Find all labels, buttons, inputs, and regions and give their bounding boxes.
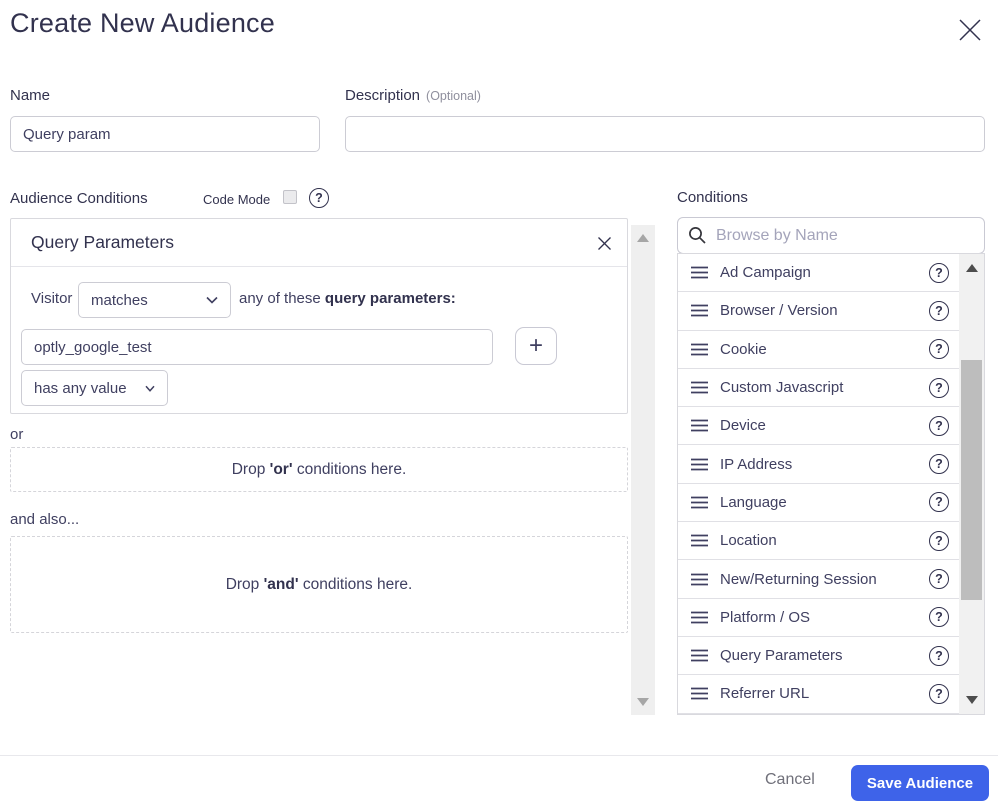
condition-item-ip-address[interactable]: IP Address ? <box>678 445 959 483</box>
help-icon[interactable]: ? <box>929 492 949 512</box>
card-title: Query Parameters <box>11 219 627 267</box>
drag-handle-icon[interactable] <box>691 573 708 586</box>
help-icon[interactable]: ? <box>929 531 949 551</box>
condition-item-browser-version[interactable]: Browser / Version ? <box>678 292 959 330</box>
create-audience-modal: { "modal": { "title": "Create New Audien… <box>0 0 998 805</box>
description-input[interactable] <box>345 116 985 152</box>
condition-item-new-returning-session[interactable]: New/Returning Session ? <box>678 560 959 598</box>
drag-handle-icon[interactable] <box>691 687 708 700</box>
add-param-button[interactable]: + <box>515 327 557 365</box>
audience-conditions-label: Audience Conditions <box>10 190 148 207</box>
match-type-select[interactable]: matches <box>78 282 231 318</box>
query-parameters-card: Query Parameters Visitor matches any of … <box>10 218 628 414</box>
help-icon[interactable]: ? <box>929 684 949 704</box>
drag-handle-icon[interactable] <box>691 304 708 317</box>
conditions-list: Ad Campaign ? Browser / Version ? Cookie… <box>677 253 985 715</box>
condition-item-cookie[interactable]: Cookie ? <box>678 331 959 369</box>
condition-item-platform-os[interactable]: Platform / OS ? <box>678 599 959 637</box>
help-icon[interactable]: ? <box>929 416 949 436</box>
query-param-input[interactable] <box>21 329 493 365</box>
conditions-panel-title: Conditions <box>677 189 748 206</box>
optional-hint: (Optional) <box>426 89 481 103</box>
chevron-down-icon <box>145 385 155 392</box>
conditions-search <box>677 217 985 254</box>
code-mode-help-icon[interactable]: ? <box>309 188 329 208</box>
page-title: Create New Audience <box>10 8 275 39</box>
or-drop-zone[interactable]: Drop 'or' conditions here. <box>10 447 628 492</box>
drag-handle-icon[interactable] <box>691 458 708 471</box>
drag-handle-icon[interactable] <box>691 266 708 279</box>
visitor-label: Visitor <box>31 290 72 307</box>
condition-item-custom-javascript[interactable]: Custom Javascript ? <box>678 369 959 407</box>
help-icon[interactable]: ? <box>929 454 949 474</box>
and-also-label: and also... <box>10 511 79 528</box>
description-label: Description(Optional) <box>345 87 481 104</box>
code-mode-label: Code Mode <box>203 192 270 207</box>
remove-condition-icon[interactable] <box>595 234 613 252</box>
builder-scrollbar[interactable] <box>631 225 655 715</box>
scrollbar-thumb[interactable] <box>961 360 982 600</box>
name-label: Name <box>10 87 50 104</box>
condition-item-location[interactable]: Location ? <box>678 522 959 560</box>
help-icon[interactable]: ? <box>929 646 949 666</box>
save-audience-button[interactable]: Save Audience <box>851 765 989 801</box>
and-drop-zone[interactable]: Drop 'and' conditions here. <box>10 536 628 633</box>
drag-handle-icon[interactable] <box>691 343 708 356</box>
scroll-up-icon[interactable] <box>966 264 978 272</box>
close-icon[interactable] <box>954 14 986 46</box>
search-input[interactable] <box>677 217 985 254</box>
conditions-scrollbar[interactable] <box>959 254 984 714</box>
condition-item-device[interactable]: Device ? <box>678 407 959 445</box>
condition-item-query-parameters[interactable]: Query Parameters ? <box>678 637 959 675</box>
condition-item-language[interactable]: Language ? <box>678 484 959 522</box>
drag-handle-icon[interactable] <box>691 419 708 432</box>
footer-divider <box>0 755 998 756</box>
help-icon[interactable]: ? <box>929 339 949 359</box>
drag-handle-icon[interactable] <box>691 381 708 394</box>
or-label: or <box>10 426 23 443</box>
scroll-up-icon[interactable] <box>637 234 649 242</box>
condition-item-ad-campaign[interactable]: Ad Campaign ? <box>678 254 959 292</box>
value-match-select[interactable]: has any value <box>21 370 168 406</box>
help-icon[interactable]: ? <box>929 301 949 321</box>
search-icon <box>688 226 707 250</box>
chevron-down-icon <box>206 296 218 304</box>
help-icon[interactable]: ? <box>929 378 949 398</box>
drag-handle-icon[interactable] <box>691 611 708 624</box>
help-icon[interactable]: ? <box>929 263 949 283</box>
condition-item-referrer-url[interactable]: Referrer URL ? <box>678 675 959 713</box>
cancel-button[interactable]: Cancel <box>765 771 815 789</box>
drag-handle-icon[interactable] <box>691 649 708 662</box>
drag-handle-icon[interactable] <box>691 496 708 509</box>
drag-handle-icon[interactable] <box>691 534 708 547</box>
name-input[interactable] <box>10 116 320 152</box>
help-icon[interactable]: ? <box>929 607 949 627</box>
code-mode-checkbox[interactable] <box>283 190 297 204</box>
scroll-down-icon[interactable] <box>637 698 649 706</box>
match-sentence: any of these query parameters: <box>239 290 456 307</box>
help-icon[interactable]: ? <box>929 569 949 589</box>
scroll-down-icon[interactable] <box>966 696 978 704</box>
